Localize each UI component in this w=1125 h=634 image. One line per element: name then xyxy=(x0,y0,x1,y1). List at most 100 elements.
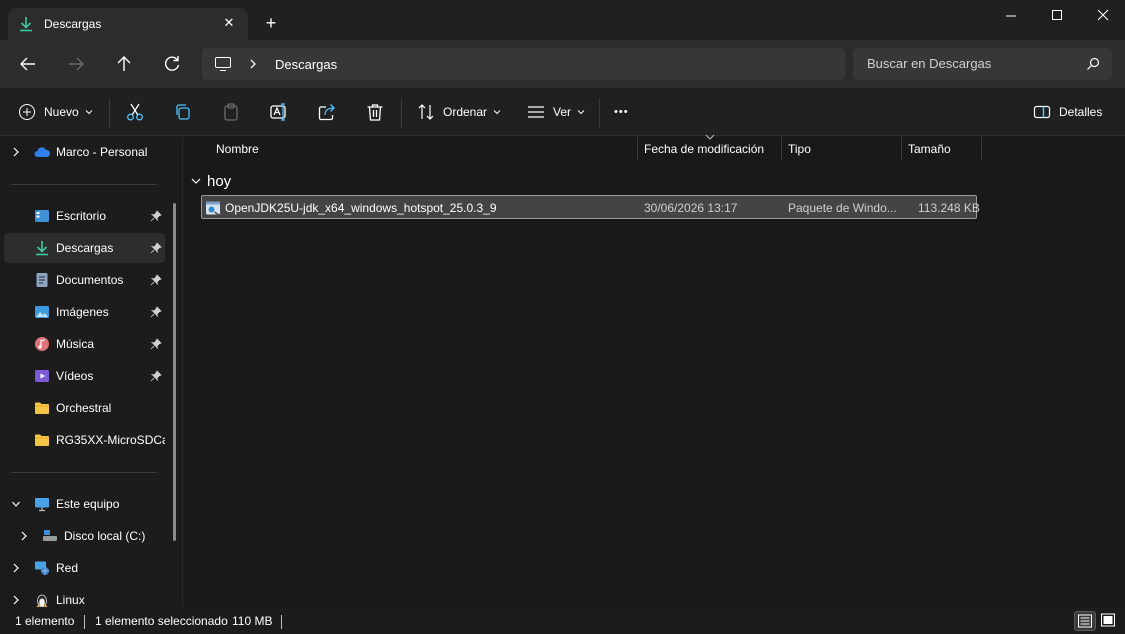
sidebar-item-label: Descargas xyxy=(56,241,114,255)
maximize-button[interactable] xyxy=(1034,0,1080,32)
column-header-type[interactable]: Tipo xyxy=(782,137,901,161)
rename-button[interactable] xyxy=(269,101,289,123)
pin-icon[interactable] xyxy=(150,306,162,318)
sidebar-item-label: RG35XX-MicroSDCar xyxy=(56,433,165,447)
sidebar-item-disco-local[interactable]: Disco local (C:) xyxy=(4,521,165,551)
minimize-button[interactable] xyxy=(988,0,1034,32)
sidebar-item-label: Imágenes xyxy=(56,305,109,319)
group-header-today[interactable]: hoy xyxy=(191,172,231,190)
chevron-right-icon[interactable] xyxy=(11,146,21,158)
breadcrumb[interactable]: Descargas xyxy=(275,57,337,72)
details-view-button[interactable] xyxy=(1074,611,1096,631)
sidebar-item-label: Orchestral xyxy=(56,401,112,415)
sort-button[interactable]: Ordenar xyxy=(417,101,501,123)
sidebar-item-este-equipo[interactable]: Este equipo xyxy=(4,489,165,519)
item-count: 1 elemento xyxy=(15,614,75,628)
folder-icon xyxy=(35,434,49,446)
sidebar-item-descargas[interactable]: Descargas xyxy=(4,233,165,263)
delete-button[interactable] xyxy=(365,101,385,123)
copy-button[interactable] xyxy=(173,101,193,123)
chevron-right-icon[interactable] xyxy=(19,530,29,542)
column-header-modified[interactable]: Fecha de modificación xyxy=(638,137,781,161)
copy-icon xyxy=(176,104,190,120)
pin-icon[interactable] xyxy=(150,210,162,222)
new-button[interactable]: Nuevo xyxy=(18,101,93,123)
group-label: hoy xyxy=(207,172,232,190)
sidebar-item-imagenes[interactable]: Imágenes xyxy=(4,297,165,327)
new-tab-button[interactable]: + xyxy=(262,14,280,32)
chevron-down-icon xyxy=(85,110,93,115)
tiles-view-icon xyxy=(1101,613,1115,627)
delete-icon xyxy=(367,104,383,121)
search-input[interactable] xyxy=(867,56,1067,71)
refresh-icon[interactable] xyxy=(160,52,184,76)
rename-icon xyxy=(270,103,286,121)
minimize-icon xyxy=(1006,15,1016,17)
forward-icon[interactable] xyxy=(64,52,88,76)
file-list: Nombre Fecha de modificación Tipo Tamaño… xyxy=(184,134,1125,607)
column-divider[interactable] xyxy=(981,137,982,161)
sidebar-item-red[interactable]: Red xyxy=(4,553,165,583)
sidebar-item-label: Música xyxy=(56,337,95,351)
navigation-bar: Descargas xyxy=(0,40,1125,88)
pin-icon[interactable] xyxy=(150,274,162,286)
sidebar-item-escritorio[interactable]: Escritorio xyxy=(4,201,165,231)
sidebar-scrollbar[interactable] xyxy=(173,203,176,541)
address-bar[interactable]: Descargas xyxy=(202,48,845,80)
chevron-down-icon[interactable] xyxy=(11,498,21,510)
sidebar-item-label: Disco local (C:) xyxy=(64,529,146,543)
file-name: OpenJDK25U-jdk_x64_windows_hotspot_25.0.… xyxy=(225,201,497,215)
file-row[interactable]: OpenJDK25U-jdk_x64_windows_hotspot_25.0.… xyxy=(201,195,980,219)
back-icon[interactable] xyxy=(16,52,40,76)
pin-icon[interactable] xyxy=(150,338,162,350)
column-header-size[interactable]: Tamaño xyxy=(902,137,981,161)
chevron-right-icon[interactable] xyxy=(11,562,21,574)
videos-icon xyxy=(35,370,49,382)
sidebar-item-label: Escritorio xyxy=(56,209,107,223)
file-size: 113.248 KB xyxy=(918,201,980,215)
chevron-right-icon[interactable] xyxy=(248,57,258,71)
paste-button[interactable] xyxy=(221,101,241,123)
search-box[interactable] xyxy=(853,48,1112,80)
sidebar-item-rg35xx[interactable]: RG35XX-MicroSDCar xyxy=(4,425,165,455)
share-button[interactable] xyxy=(317,101,337,123)
onedrive-icon xyxy=(34,147,50,157)
search-icon[interactable] xyxy=(1086,57,1100,71)
status-separator xyxy=(281,615,282,629)
toolbar-separator xyxy=(401,98,402,128)
sort-button-label: Ordenar xyxy=(443,105,488,119)
tiles-view-button[interactable] xyxy=(1098,611,1120,631)
tab-descargas[interactable]: Descargas ✕ xyxy=(8,8,248,40)
linux-icon xyxy=(36,594,48,608)
view-button[interactable]: Ver xyxy=(527,101,585,123)
pin-icon[interactable] xyxy=(150,242,162,254)
sidebar-item-orchestral[interactable]: Orchestral xyxy=(4,393,165,423)
close-tab-button[interactable]: ✕ xyxy=(220,14,238,32)
sidebar-item-label: Red xyxy=(56,561,79,575)
new-button-label: Nuevo xyxy=(44,105,79,119)
tab-title: Descargas xyxy=(44,17,102,31)
sidebar-item-documentos[interactable]: Documentos xyxy=(4,265,165,295)
file-modified: 30/06/2026 13:17 xyxy=(644,201,738,215)
sidebar-item-onedrive[interactable]: Marco - Personal xyxy=(4,137,165,167)
pc-icon xyxy=(215,57,231,71)
download-icon xyxy=(36,241,48,256)
documents-icon xyxy=(36,273,48,287)
pin-icon[interactable] xyxy=(150,370,162,382)
pictures-icon xyxy=(35,306,49,318)
chevron-right-icon[interactable] xyxy=(11,594,21,606)
sort-icon xyxy=(418,104,434,120)
more-options-button[interactable]: ••• xyxy=(614,101,629,123)
sidebar-item-label: Este equipo xyxy=(56,497,120,511)
sidebar-item-musica[interactable]: Música xyxy=(4,329,165,359)
sidebar-item-label: Documentos xyxy=(56,273,124,287)
chevron-down-icon xyxy=(577,110,585,115)
navigation-pane: Marco - Personal Escritorio Descargas Do… xyxy=(0,137,183,608)
up-icon[interactable] xyxy=(112,52,136,76)
view-button-label: Ver xyxy=(553,105,572,119)
cut-button[interactable] xyxy=(125,101,145,123)
sidebar-item-videos[interactable]: Vídeos xyxy=(4,361,165,391)
close-window-button[interactable] xyxy=(1080,0,1125,32)
details-button[interactable]: Detalles xyxy=(1033,101,1102,123)
column-header-name[interactable]: Nombre xyxy=(210,137,637,161)
